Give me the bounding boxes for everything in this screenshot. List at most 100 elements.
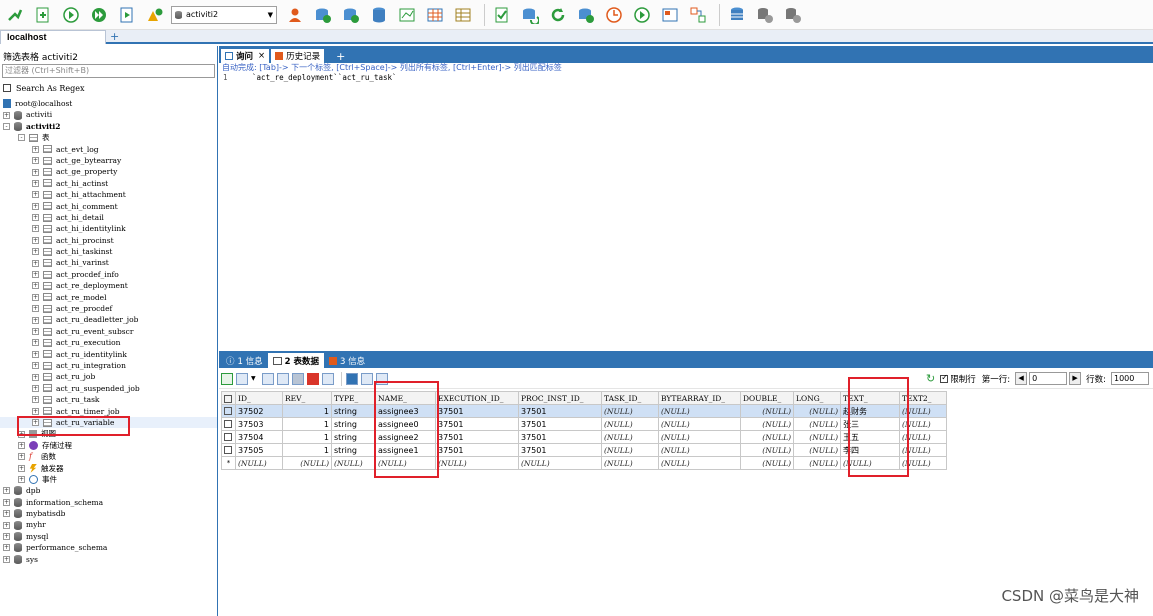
table-cell[interactable]: 37501: [435, 404, 519, 418]
expand-icon[interactable]: +: [3, 487, 10, 495]
tree-db-myhr[interactable]: + myhr: [0, 519, 217, 530]
form-view-icon[interactable]: [360, 372, 373, 385]
table-cell[interactable]: (NULL): [601, 443, 659, 457]
job-run-icon[interactable]: [630, 4, 653, 26]
table-cell[interactable]: (NULL): [658, 404, 741, 418]
expand-icon[interactable]: +: [32, 328, 39, 335]
table-cell[interactable]: (NULL): [740, 430, 794, 444]
search-regex-option[interactable]: Search As Regex: [0, 78, 217, 98]
restore-database-icon[interactable]: [339, 4, 362, 26]
table-cell[interactable]: (NULL): [518, 456, 602, 470]
table-cell[interactable]: 37501: [435, 430, 519, 444]
filter-input[interactable]: 过滤器 (Ctrl+Shift+B): [2, 64, 215, 78]
table-cell[interactable]: (NULL): [793, 417, 841, 431]
expand-icon[interactable]: +: [32, 248, 39, 256]
tree-db-mybatisdb[interactable]: + mybatisdb: [0, 508, 217, 519]
tree-folder-tables[interactable]: -表: [0, 132, 217, 143]
expand-icon[interactable]: +: [32, 282, 39, 290]
table-cell[interactable]: (NULL): [740, 417, 794, 431]
collapse-icon[interactable]: -: [3, 122, 10, 130]
expand-icon[interactable]: +: [32, 373, 39, 381]
prev-page-button[interactable]: ◀: [1015, 372, 1028, 385]
refresh-grid-icon[interactable]: [321, 372, 334, 385]
select-all-header[interactable]: [221, 391, 236, 405]
table-cell[interactable]: 37501: [518, 417, 602, 431]
rows-count-input[interactable]: 1000: [1111, 372, 1149, 385]
expand-icon[interactable]: +: [18, 453, 25, 461]
expand-icon[interactable]: +: [32, 316, 39, 324]
import-rows-icon[interactable]: [261, 372, 274, 385]
tree-folder-3[interactable]: + 触发器: [0, 463, 217, 474]
tree-table-act_ru_integration[interactable]: + act_ru_integration: [0, 360, 217, 371]
select-all-checkbox[interactable]: [224, 394, 232, 403]
expand-icon[interactable]: +: [18, 441, 25, 449]
row-select-cell[interactable]: [221, 417, 236, 431]
tree-db-mysql[interactable]: + mysql: [0, 531, 217, 542]
row-checkbox[interactable]: [224, 446, 232, 454]
import-icon[interactable]: [574, 4, 597, 26]
schema-designer-icon[interactable]: [395, 4, 418, 26]
expand-icon[interactable]: +: [32, 271, 39, 279]
chevron-down-icon[interactable]: ▼: [251, 375, 256, 382]
add-query-tab-button[interactable]: +: [336, 50, 345, 63]
tree-folder-4[interactable]: + 事件: [0, 474, 217, 485]
database-select[interactable]: activiti2 ▼: [171, 5, 277, 24]
tree-table-act_ru_job[interactable]: + act_ru_job: [0, 371, 217, 382]
column-header-proc-inst-id[interactable]: PROC_INST_ID_: [518, 391, 602, 405]
row-select-cell[interactable]: [221, 430, 236, 444]
expand-icon[interactable]: +: [18, 476, 25, 484]
table-cell[interactable]: string: [331, 430, 376, 444]
table-cell[interactable]: (NULL): [740, 404, 794, 418]
table-row[interactable]: 37503 1 string assignee0 37501 37501 (NULL) (NU…: [221, 417, 947, 431]
table-cell[interactable]: 37503: [235, 417, 283, 431]
table-cell[interactable]: (NULL): [740, 443, 794, 457]
schema-compare-icon[interactable]: [686, 4, 709, 26]
expand-icon[interactable]: +: [32, 225, 39, 233]
execute-all-icon[interactable]: [87, 4, 110, 26]
expand-icon[interactable]: +: [3, 544, 10, 552]
tree-table-act_hi_procinst[interactable]: + act_hi_procinst: [0, 235, 217, 246]
table-cell[interactable]: (NULL): [793, 456, 841, 470]
tree-table-act_hi_attachment[interactable]: + act_hi_attachment: [0, 189, 217, 200]
tree-table-act_ru_identitylink[interactable]: + act_ru_identitylink: [0, 349, 217, 360]
table-cell[interactable]: (NULL): [331, 456, 376, 470]
expand-icon[interactable]: +: [32, 236, 39, 244]
column-header-task-id[interactable]: TASK_ID_: [601, 391, 659, 405]
row-checkbox[interactable]: [224, 407, 232, 415]
table-cell[interactable]: 37502: [235, 404, 283, 418]
tree-table-act_evt_log[interactable]: + act_evt_log: [0, 144, 217, 155]
tree-table-act_ru_suspended_job[interactable]: + act_ru_suspended_job: [0, 383, 217, 394]
expand-icon[interactable]: +: [3, 510, 10, 518]
expand-icon[interactable]: +: [3, 111, 10, 119]
row-select-cell[interactable]: *: [221, 456, 236, 470]
table-cell[interactable]: (NULL): [793, 443, 841, 457]
expand-icon[interactable]: +: [32, 384, 39, 392]
tab-info-3[interactable]: 3 信息: [324, 353, 370, 368]
column-header-long[interactable]: LONG_: [793, 391, 841, 405]
tree-table-act_ru_execution[interactable]: + act_ru_execution: [0, 337, 217, 348]
column-header-type[interactable]: TYPE_: [331, 391, 376, 405]
expand-icon[interactable]: +: [32, 350, 39, 358]
grid-view-icon[interactable]: [345, 372, 358, 385]
expand-icon[interactable]: +: [32, 191, 39, 199]
table-cell[interactable]: 1: [282, 430, 332, 444]
database-tools-icon[interactable]: [781, 4, 804, 26]
row-select-cell[interactable]: [221, 404, 236, 418]
tree-db-information_schema[interactable]: + information_schema: [0, 497, 217, 508]
sql-editor[interactable]: 1 `act_re_deployment``act_ru_task`: [219, 73, 1153, 83]
table-grid-icon[interactable]: [423, 4, 446, 26]
table-cell[interactable]: 1: [282, 404, 332, 418]
database-list-icon[interactable]: [725, 4, 748, 26]
tree-table-act_ru_deadletter_job[interactable]: + act_ru_deadletter_job: [0, 314, 217, 325]
expand-icon[interactable]: +: [3, 533, 10, 541]
connection-tab-localhost[interactable]: localhost: [0, 30, 106, 44]
table-row[interactable]: * (NULL) (NULL) (NULL) (NULL) (NULL) (NULL) (NU…: [221, 456, 947, 470]
table-cell[interactable]: (NULL): [601, 430, 659, 444]
tree-table-act_hi_comment[interactable]: + act_hi_comment: [0, 201, 217, 212]
expand-icon[interactable]: +: [3, 555, 10, 563]
table-cell[interactable]: (NULL): [435, 456, 519, 470]
add-row-icon[interactable]: [221, 372, 233, 385]
expand-icon[interactable]: +: [32, 362, 39, 370]
data-sync-icon[interactable]: [518, 4, 541, 26]
tree-table-act_procdef_info[interactable]: + act_procdef_info: [0, 269, 217, 280]
